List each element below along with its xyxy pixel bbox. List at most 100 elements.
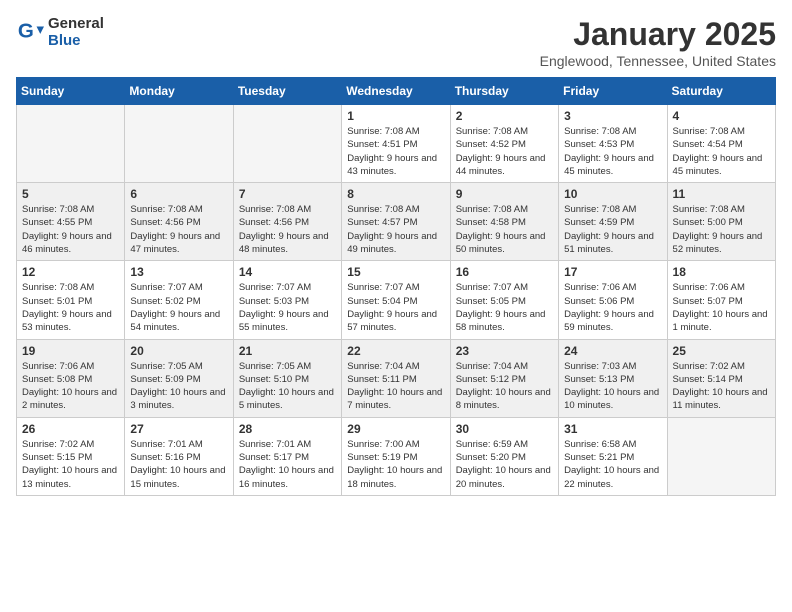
calendar-day-cell (17, 105, 125, 183)
day-number: 24 (564, 344, 661, 358)
day-info: Sunrise: 7:07 AM Sunset: 5:05 PM Dayligh… (456, 281, 553, 334)
day-info: Sunrise: 7:06 AM Sunset: 5:06 PM Dayligh… (564, 281, 661, 334)
day-number: 7 (239, 187, 336, 201)
day-number: 4 (673, 109, 770, 123)
day-info: Sunrise: 6:58 AM Sunset: 5:21 PM Dayligh… (564, 438, 661, 491)
logo-general-text: General (48, 16, 104, 33)
day-info: Sunrise: 7:08 AM Sunset: 4:52 PM Dayligh… (456, 125, 553, 178)
calendar-day-cell: 4 Sunrise: 7:08 AM Sunset: 4:54 PM Dayli… (667, 105, 775, 183)
logo-icon: G (16, 19, 44, 47)
calendar-day-cell: 27 Sunrise: 7:01 AM Sunset: 5:16 PM Dayl… (125, 417, 233, 495)
calendar-day-cell: 1 Sunrise: 7:08 AM Sunset: 4:51 PM Dayli… (342, 105, 450, 183)
day-info: Sunrise: 7:08 AM Sunset: 4:56 PM Dayligh… (130, 203, 227, 256)
day-info: Sunrise: 7:05 AM Sunset: 5:10 PM Dayligh… (239, 360, 336, 413)
day-number: 19 (22, 344, 119, 358)
calendar-day-cell: 22 Sunrise: 7:04 AM Sunset: 5:11 PM Dayl… (342, 339, 450, 417)
day-info: Sunrise: 7:02 AM Sunset: 5:15 PM Dayligh… (22, 438, 119, 491)
day-info: Sunrise: 7:08 AM Sunset: 4:55 PM Dayligh… (22, 203, 119, 256)
day-info: Sunrise: 7:08 AM Sunset: 4:57 PM Dayligh… (347, 203, 444, 256)
calendar-day-cell: 3 Sunrise: 7:08 AM Sunset: 4:53 PM Dayli… (559, 105, 667, 183)
calendar-day-cell: 24 Sunrise: 7:03 AM Sunset: 5:13 PM Dayl… (559, 339, 667, 417)
day-info: Sunrise: 7:07 AM Sunset: 5:04 PM Dayligh… (347, 281, 444, 334)
calendar-week-row: 19 Sunrise: 7:06 AM Sunset: 5:08 PM Dayl… (17, 339, 776, 417)
calendar-day-cell: 19 Sunrise: 7:06 AM Sunset: 5:08 PM Dayl… (17, 339, 125, 417)
calendar-day-cell: 30 Sunrise: 6:59 AM Sunset: 5:20 PM Dayl… (450, 417, 558, 495)
calendar-day-cell: 21 Sunrise: 7:05 AM Sunset: 5:10 PM Dayl… (233, 339, 341, 417)
day-info: Sunrise: 7:08 AM Sunset: 4:51 PM Dayligh… (347, 125, 444, 178)
calendar-day-cell: 9 Sunrise: 7:08 AM Sunset: 4:58 PM Dayli… (450, 183, 558, 261)
day-info: Sunrise: 7:08 AM Sunset: 4:53 PM Dayligh… (564, 125, 661, 178)
day-number: 21 (239, 344, 336, 358)
day-number: 17 (564, 265, 661, 279)
day-number: 22 (347, 344, 444, 358)
calendar-day-cell: 12 Sunrise: 7:08 AM Sunset: 5:01 PM Dayl… (17, 261, 125, 339)
calendar-week-row: 12 Sunrise: 7:08 AM Sunset: 5:01 PM Dayl… (17, 261, 776, 339)
day-number: 25 (673, 344, 770, 358)
day-info: Sunrise: 7:02 AM Sunset: 5:14 PM Dayligh… (673, 360, 770, 413)
day-info: Sunrise: 7:04 AM Sunset: 5:11 PM Dayligh… (347, 360, 444, 413)
weekday-header-thursday: Thursday (450, 78, 558, 105)
calendar-day-cell: 8 Sunrise: 7:08 AM Sunset: 4:57 PM Dayli… (342, 183, 450, 261)
title-block: January 2025 Englewood, Tennessee, Unite… (540, 16, 776, 69)
weekday-header-wednesday: Wednesday (342, 78, 450, 105)
day-number: 10 (564, 187, 661, 201)
day-number: 16 (456, 265, 553, 279)
location: Englewood, Tennessee, United States (540, 53, 776, 69)
day-info: Sunrise: 6:59 AM Sunset: 5:20 PM Dayligh… (456, 438, 553, 491)
calendar-day-cell: 7 Sunrise: 7:08 AM Sunset: 4:56 PM Dayli… (233, 183, 341, 261)
day-number: 9 (456, 187, 553, 201)
calendar-day-cell: 15 Sunrise: 7:07 AM Sunset: 5:04 PM Dayl… (342, 261, 450, 339)
calendar-day-cell: 17 Sunrise: 7:06 AM Sunset: 5:06 PM Dayl… (559, 261, 667, 339)
day-info: Sunrise: 7:07 AM Sunset: 5:03 PM Dayligh… (239, 281, 336, 334)
day-number: 14 (239, 265, 336, 279)
weekday-header-saturday: Saturday (667, 78, 775, 105)
day-info: Sunrise: 7:08 AM Sunset: 4:59 PM Dayligh… (564, 203, 661, 256)
calendar-week-row: 26 Sunrise: 7:02 AM Sunset: 5:15 PM Dayl… (17, 417, 776, 495)
calendar-day-cell: 16 Sunrise: 7:07 AM Sunset: 5:05 PM Dayl… (450, 261, 558, 339)
day-info: Sunrise: 7:06 AM Sunset: 5:08 PM Dayligh… (22, 360, 119, 413)
day-number: 20 (130, 344, 227, 358)
day-number: 28 (239, 422, 336, 436)
calendar-day-cell (233, 105, 341, 183)
calendar-day-cell: 20 Sunrise: 7:05 AM Sunset: 5:09 PM Dayl… (125, 339, 233, 417)
calendar-week-row: 5 Sunrise: 7:08 AM Sunset: 4:55 PM Dayli… (17, 183, 776, 261)
day-info: Sunrise: 7:00 AM Sunset: 5:19 PM Dayligh… (347, 438, 444, 491)
day-number: 27 (130, 422, 227, 436)
day-info: Sunrise: 7:04 AM Sunset: 5:12 PM Dayligh… (456, 360, 553, 413)
calendar-day-cell: 10 Sunrise: 7:08 AM Sunset: 4:59 PM Dayl… (559, 183, 667, 261)
day-number: 5 (22, 187, 119, 201)
weekday-header-row: SundayMondayTuesdayWednesdayThursdayFrid… (17, 78, 776, 105)
weekday-header-sunday: Sunday (17, 78, 125, 105)
weekday-header-monday: Monday (125, 78, 233, 105)
day-number: 29 (347, 422, 444, 436)
day-number: 30 (456, 422, 553, 436)
calendar-day-cell: 14 Sunrise: 7:07 AM Sunset: 5:03 PM Dayl… (233, 261, 341, 339)
calendar-day-cell (667, 417, 775, 495)
calendar-day-cell: 23 Sunrise: 7:04 AM Sunset: 5:12 PM Dayl… (450, 339, 558, 417)
day-number: 3 (564, 109, 661, 123)
day-number: 31 (564, 422, 661, 436)
day-number: 18 (673, 265, 770, 279)
day-number: 26 (22, 422, 119, 436)
logo: G General Blue (16, 16, 104, 49)
day-number: 12 (22, 265, 119, 279)
day-info: Sunrise: 7:08 AM Sunset: 5:00 PM Dayligh… (673, 203, 770, 256)
day-info: Sunrise: 7:08 AM Sunset: 5:01 PM Dayligh… (22, 281, 119, 334)
day-info: Sunrise: 7:08 AM Sunset: 4:56 PM Dayligh… (239, 203, 336, 256)
svg-text:G: G (18, 19, 34, 42)
day-info: Sunrise: 7:08 AM Sunset: 4:58 PM Dayligh… (456, 203, 553, 256)
calendar-day-cell: 25 Sunrise: 7:02 AM Sunset: 5:14 PM Dayl… (667, 339, 775, 417)
day-number: 6 (130, 187, 227, 201)
calendar-day-cell: 11 Sunrise: 7:08 AM Sunset: 5:00 PM Dayl… (667, 183, 775, 261)
day-number: 15 (347, 265, 444, 279)
calendar-day-cell: 6 Sunrise: 7:08 AM Sunset: 4:56 PM Dayli… (125, 183, 233, 261)
day-info: Sunrise: 7:05 AM Sunset: 5:09 PM Dayligh… (130, 360, 227, 413)
day-info: Sunrise: 7:06 AM Sunset: 5:07 PM Dayligh… (673, 281, 770, 334)
month-title: January 2025 (540, 16, 776, 53)
calendar-day-cell: 26 Sunrise: 7:02 AM Sunset: 5:15 PM Dayl… (17, 417, 125, 495)
day-info: Sunrise: 7:08 AM Sunset: 4:54 PM Dayligh… (673, 125, 770, 178)
day-number: 2 (456, 109, 553, 123)
day-number: 8 (347, 187, 444, 201)
day-info: Sunrise: 7:01 AM Sunset: 5:16 PM Dayligh… (130, 438, 227, 491)
day-number: 23 (456, 344, 553, 358)
